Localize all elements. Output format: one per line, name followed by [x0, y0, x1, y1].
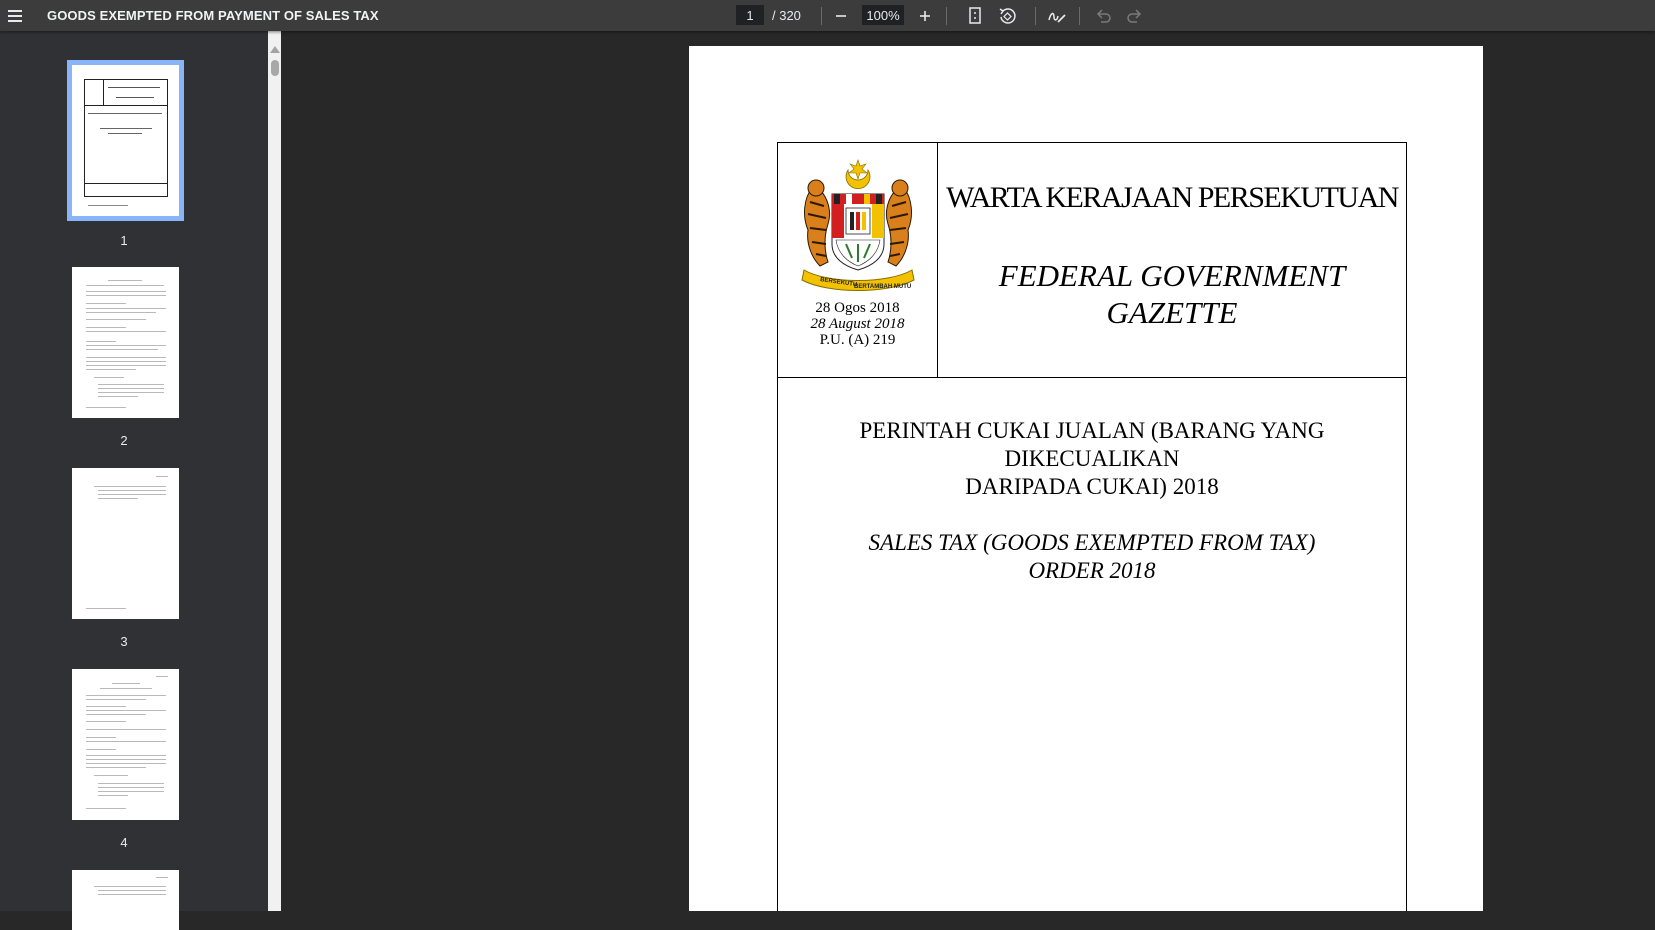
document-viewer[interactable]: BERSEKUTU BERTAMBAH MUTU 28 Ogos 2018 28… [281, 31, 1655, 911]
page-thumbnail[interactable] [72, 669, 179, 820]
pdf-page: BERSEKUTU BERTAMBAH MUTU 28 Ogos 2018 28… [689, 46, 1483, 911]
undo-icon[interactable] [1092, 5, 1114, 27]
gazette-title-english-line2: GAZETTE [1106, 295, 1238, 330]
thumbnail-page-number: 4 [120, 835, 128, 850]
toolbar-divider [821, 7, 822, 25]
thumbnail-page-number: 2 [120, 433, 128, 448]
date-english: 28 August 2018 [810, 316, 905, 332]
divider [778, 377, 1406, 378]
page-thumbnail[interactable] [72, 468, 179, 619]
toolbar-divider [1035, 7, 1036, 25]
thumbnail-sidebar: 1 2 3 4 [0, 31, 268, 930]
redo-icon[interactable] [1124, 5, 1146, 27]
document-title: GOODS EXEMPTED FROM PAYMENT OF SALES TAX [47, 8, 379, 23]
menu-icon[interactable] [5, 6, 25, 26]
fit-page-icon[interactable] [964, 5, 986, 27]
toolbar-divider [1079, 7, 1080, 25]
page-total: / 320 [772, 8, 801, 23]
zoom-out-icon[interactable] [830, 5, 852, 27]
order-title-malay-line1: PERINTAH CUKAI JUALAN (BARANG YANG DIKEC… [859, 418, 1325, 471]
date-malay: 28 Ogos 2018 [815, 300, 900, 316]
gazette-title-english-line1: FEDERAL GOVERNMENT [998, 258, 1346, 293]
gazette-title-malay: WARTA KERAJAAN PERSEKUTUAN [946, 181, 1399, 214]
gazette-title-english: FEDERAL GOVERNMENT GAZETTE [938, 257, 1406, 331]
order-title-english-line2: ORDER 2018 [1028, 558, 1156, 583]
order-title-english-line1: SALES TAX (GOODS EXEMPTED FROM TAX) [868, 530, 1316, 555]
page-thumbnail[interactable] [72, 870, 179, 930]
annotate-icon[interactable] [1046, 5, 1068, 27]
pu-number: P.U. (A) 219 [819, 332, 896, 348]
scrollbar-thumb[interactable] [271, 60, 279, 76]
crest-ribbon-right: BERTAMBAH MUTU [854, 284, 911, 290]
order-title-malay-line2: DARIPADA CUKAI) 2018 [965, 474, 1219, 499]
order-title-malay: PERINTAH CUKAI JUALAN (BARANG YANG DIKEC… [778, 417, 1406, 501]
page-thumbnail[interactable] [72, 267, 179, 418]
sidebar-scrollbar[interactable] [268, 31, 281, 911]
pdf-toolbar: GOODS EXEMPTED FROM PAYMENT OF SALES TAX… [0, 0, 1655, 31]
zoom-in-icon[interactable] [914, 5, 936, 27]
order-title-english: SALES TAX (GOODS EXEMPTED FROM TAX) ORDE… [778, 529, 1406, 585]
thumbnail-page-number: 1 [120, 233, 128, 248]
gazette-frame: BERSEKUTU BERTAMBAH MUTU 28 Ogos 2018 28… [777, 142, 1407, 911]
coat-of-arms-icon: BERSEKUTU BERTAMBAH MUTU [801, 159, 915, 291]
scroll-up-arrow-icon[interactable] [270, 46, 280, 53]
thumbnail-page-number: 3 [120, 634, 128, 649]
rotate-icon[interactable] [996, 5, 1018, 27]
page-thumbnail[interactable] [67, 60, 184, 221]
page-number-input[interactable] [736, 5, 764, 25]
toolbar-divider [946, 7, 947, 25]
zoom-level-input[interactable] [862, 5, 904, 25]
